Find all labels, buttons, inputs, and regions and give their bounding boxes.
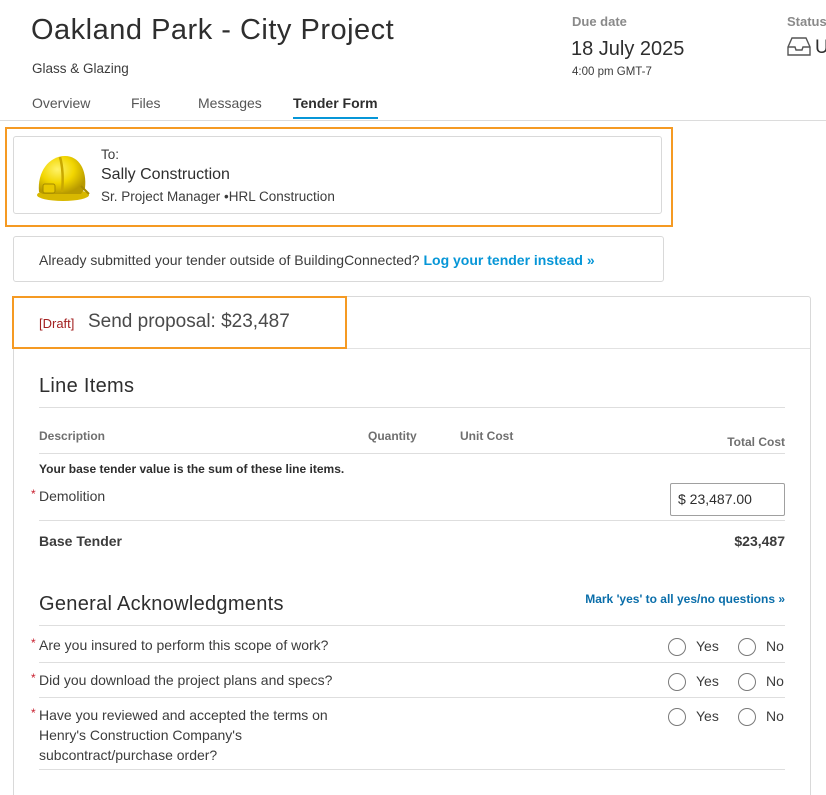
question-insured: Are you insured to perform this scope of… [39, 637, 329, 653]
yes-label: Yes [696, 673, 719, 689]
line-item-label: Demolition [39, 488, 106, 504]
base-tender-label: Base Tender [39, 533, 122, 549]
project-trade: Glass & Glazing [32, 61, 129, 76]
due-date-label: Due date [572, 14, 627, 29]
already-submitted-text: Already submitted your tender outside of… [39, 252, 595, 268]
recipient-highlight-frame [5, 127, 673, 227]
status-value: U [815, 37, 826, 58]
tab-tender-form[interactable]: Tender Form [293, 95, 378, 119]
question-plans-downloaded: Did you download the project plans and s… [39, 672, 333, 688]
tab-overview[interactable]: Overview [32, 95, 90, 111]
project-title: Oakland Park - City Project [31, 14, 395, 46]
question-terms-yes-radio[interactable] [668, 708, 686, 726]
no-label: No [766, 708, 784, 724]
question-insured-no-radio[interactable] [738, 638, 756, 656]
already-submitted-message: Already submitted your tender outside of… [39, 252, 420, 268]
divider [39, 407, 785, 408]
question-insured-yes-radio[interactable] [668, 638, 686, 656]
required-marker: * [31, 706, 36, 720]
base-tender-note: Your base tender value is the sum of the… [39, 462, 345, 476]
due-time-value: 4:00 pm GMT-7 [572, 66, 652, 78]
column-header-total-cost: Total Cost [727, 435, 785, 449]
no-label: No [766, 673, 784, 689]
log-tender-link[interactable]: Log your tender instead » [423, 252, 594, 268]
divider [39, 453, 785, 454]
question-plans-no-radio[interactable] [738, 673, 756, 691]
yes-label: Yes [696, 708, 719, 724]
question-terms-accepted: Have you reviewed and accepted the terms… [39, 707, 328, 763]
line-item-total-cost-input[interactable]: $ 23,487.00 [670, 483, 785, 516]
no-label: No [766, 638, 784, 654]
column-header-quantity: Quantity [368, 429, 417, 443]
divider [39, 697, 785, 698]
yes-label: Yes [696, 638, 719, 654]
proposal-highlight-frame [12, 296, 347, 349]
tab-messages[interactable]: Messages [198, 95, 262, 111]
tab-bar: Overview Files Messages Tender Form [0, 88, 826, 121]
question-plans-yes-radio[interactable] [668, 673, 686, 691]
already-submitted-banner: Already submitted your tender outside of… [13, 236, 664, 282]
divider [39, 625, 785, 626]
required-marker: * [31, 671, 36, 685]
divider [39, 662, 785, 663]
acknowledgments-title: General Acknowledgments [39, 593, 284, 615]
status-label: Status [787, 14, 826, 29]
column-header-unit-cost: Unit Cost [460, 429, 514, 443]
question-terms-no-radio[interactable] [738, 708, 756, 726]
column-header-description: Description [39, 429, 106, 443]
due-date-value: 18 July 2025 [571, 38, 685, 60]
line-items-title: Line Items [39, 375, 135, 397]
mark-all-yes-link[interactable]: Mark 'yes' to all yes/no questions » [585, 592, 785, 606]
tab-files[interactable]: Files [131, 95, 161, 111]
divider [39, 520, 785, 521]
required-marker: * [31, 636, 36, 650]
divider [39, 769, 785, 770]
inbox-tray-icon [787, 37, 811, 56]
required-marker: * [31, 487, 36, 501]
base-tender-value: $23,487 [734, 533, 785, 549]
